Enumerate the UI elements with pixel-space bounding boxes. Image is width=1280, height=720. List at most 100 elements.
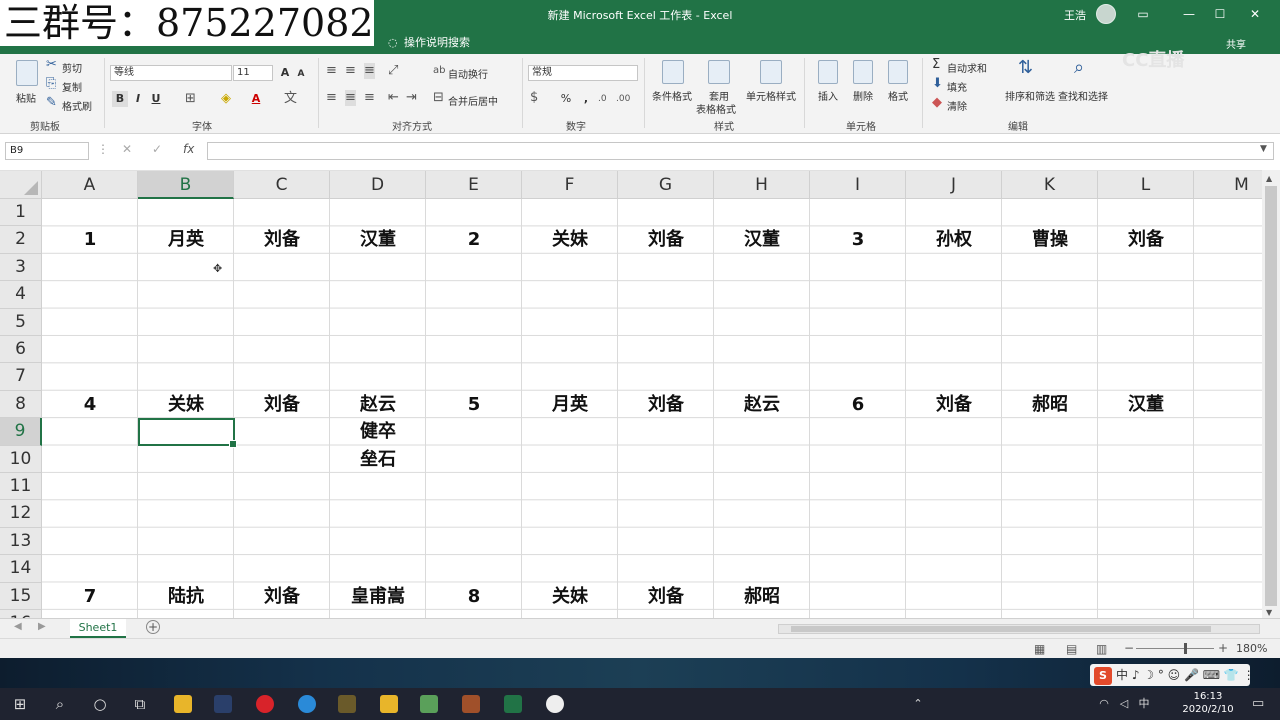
align-middle-icon[interactable]: ≡ [345, 63, 356, 79]
format-as-table-icon[interactable] [708, 60, 730, 84]
enter-icon[interactable]: ✓ [152, 142, 162, 156]
row-header-6[interactable]: 6 [0, 336, 42, 364]
increase-indent-icon[interactable]: ⇥ [406, 90, 417, 106]
row-header-3[interactable]: 3 [0, 253, 42, 282]
cell-f15[interactable]: 关妹 [522, 583, 618, 610]
windows-start-icon[interactable]: ⊞ [10, 694, 30, 714]
zoom-slider[interactable] [1136, 648, 1214, 649]
ime-toolbar[interactable]: S 中 ♪ ☽ ° ☺ 🎤 ⌨ 👕 ⋮ [1090, 664, 1250, 686]
find-select-icon[interactable]: ⌕ [1074, 59, 1084, 77]
name-box[interactable]: B9 [5, 142, 89, 160]
font-size-select[interactable]: 11 [233, 65, 273, 81]
cell-area[interactable]: ✥ 1 月英 刘备 汉董 2 关妹 刘备 汉董 3 孙权 曹操 刘备 4 关妹 刘备 赵云 5 月英 刘备 赵云 6 刘备… [42, 199, 1262, 618]
search-icon[interactable]: ⌕ [50, 694, 70, 714]
paste-button[interactable]: 粘贴 [16, 90, 36, 105]
row-header-11[interactable]: 11 [0, 473, 42, 501]
cell-e2[interactable]: 2 [426, 226, 522, 253]
monitor-app-icon[interactable] [380, 695, 398, 713]
row-header-10[interactable]: 10 [0, 445, 42, 473]
cell-c15[interactable]: 刘备 [234, 583, 330, 610]
align-top-icon[interactable]: ≡ [326, 63, 337, 79]
select-all-button[interactable] [0, 171, 42, 199]
conditional-format-icon[interactable] [662, 60, 684, 84]
italic-button[interactable]: I [130, 91, 146, 107]
row-header-4[interactable]: 4 [0, 281, 42, 309]
cell-j2[interactable]: 孙权 [906, 226, 1002, 253]
decrease-decimal-icon[interactable]: .00 [616, 91, 630, 107]
column-header-e[interactable]: E [426, 171, 522, 199]
maximize-icon[interactable]: ☐ [1205, 4, 1235, 24]
user-name[interactable]: 王浩 [1064, 7, 1086, 23]
cell-g2[interactable]: 刘备 [618, 226, 714, 253]
zoom-level[interactable]: 180% [1236, 642, 1267, 655]
number-format-select[interactable]: 常规 [528, 65, 638, 81]
notification-icon[interactable]: ▭ [1252, 696, 1264, 711]
cell-l2[interactable]: 刘备 [1098, 226, 1194, 253]
zoom-out-icon[interactable]: − [1124, 641, 1134, 655]
align-left-icon[interactable]: ≡ [326, 90, 337, 106]
minimize-icon[interactable]: — [1174, 4, 1204, 24]
percent-button[interactable]: % [558, 91, 574, 107]
vertical-scroll-thumb[interactable] [1265, 186, 1277, 606]
sogou-browser-icon[interactable] [298, 695, 316, 713]
netease-music-icon[interactable] [256, 695, 274, 713]
row-header-2[interactable]: 2 [0, 226, 42, 254]
cell-a15[interactable]: 7 [42, 583, 138, 610]
row-header-1[interactable]: 1 [0, 199, 42, 227]
ime-indicator-icon[interactable]: 中 [1134, 694, 1154, 714]
cortana-icon[interactable]: ○ [90, 694, 110, 714]
zoom-in-icon[interactable]: + [1218, 641, 1228, 655]
column-header-i[interactable]: I [810, 171, 906, 199]
close-icon[interactable]: ✕ [1240, 4, 1270, 24]
cancel-icon[interactable]: ✕ [122, 142, 132, 156]
cell-l8[interactable]: 汉董 [1098, 391, 1194, 418]
format-as-table-label-2[interactable]: 表格格式 [696, 101, 736, 116]
row-header-14[interactable]: 14 [0, 555, 42, 583]
column-header-k[interactable]: K [1002, 171, 1098, 199]
accounting-format-icon[interactable]: $ [530, 90, 538, 106]
cell-d15[interactable]: 皇甫嵩 [330, 583, 426, 610]
orientation-icon[interactable]: ⤢ [388, 63, 398, 79]
add-sheet-icon[interactable]: + [146, 620, 160, 634]
cell-f8[interactable]: 月英 [522, 391, 618, 418]
cell-k8[interactable]: 郝昭 [1002, 391, 1098, 418]
fill-color-icon[interactable]: ◈ [221, 91, 231, 107]
selected-cell[interactable] [138, 418, 237, 448]
column-header-a[interactable]: A [42, 171, 138, 199]
clock[interactable]: 16:13 2020/2/10 [1178, 690, 1238, 716]
delete-cells-button[interactable]: 删除 [853, 88, 873, 103]
cell-j8[interactable]: 刘备 [906, 391, 1002, 418]
comma-button[interactable]: , [578, 91, 594, 107]
row-header-5[interactable]: 5 [0, 308, 42, 336]
page-layout-icon[interactable]: ▤ [1066, 642, 1077, 656]
cell-i8[interactable]: 6 [810, 391, 906, 418]
ribbon-display-icon[interactable]: ▭ [1128, 4, 1158, 24]
insert-function-icon[interactable]: fx [183, 142, 194, 156]
align-right-icon[interactable]: ≡ [364, 90, 375, 106]
cell-a8[interactable]: 4 [42, 391, 138, 418]
horizontal-scroll-thumb[interactable] [791, 626, 1211, 632]
worksheet-grid[interactable]: ABCDEFGHIJKLM 12345678910111213141516 ✥ … [0, 170, 1262, 618]
cell-styles-button[interactable]: 单元格样式 [746, 88, 796, 103]
cell-b8[interactable]: 关妹 [138, 391, 234, 418]
phonetic-icon[interactable]: 文 [284, 91, 297, 107]
game-client-icon[interactable] [338, 695, 356, 713]
column-header-j[interactable]: J [906, 171, 1002, 199]
grow-font-button[interactable]: A [277, 65, 293, 81]
column-header-l[interactable]: L [1098, 171, 1194, 199]
cell-d8[interactable]: 赵云 [330, 391, 426, 418]
share-button[interactable]: 共享 [1226, 36, 1246, 51]
cell-i2[interactable]: 3 [810, 226, 906, 253]
underline-button[interactable]: U [148, 91, 164, 107]
avatar[interactable] [1096, 4, 1116, 24]
normal-view-icon[interactable]: ▦ [1034, 642, 1045, 656]
file-explorer-icon[interactable] [174, 695, 192, 713]
wifi-icon[interactable]: ◠ [1094, 694, 1114, 714]
cut-button[interactable]: 剪切 [62, 60, 82, 75]
insert-cells-button[interactable]: 插入 [818, 88, 838, 103]
cell-g8[interactable]: 刘备 [618, 391, 714, 418]
row-header-7[interactable]: 7 [0, 363, 42, 391]
horizontal-scrollbar[interactable] [778, 624, 1260, 634]
scroll-down-icon[interactable]: ▼ [1266, 608, 1272, 617]
cell-d9[interactable]: 健卒 [330, 418, 426, 445]
